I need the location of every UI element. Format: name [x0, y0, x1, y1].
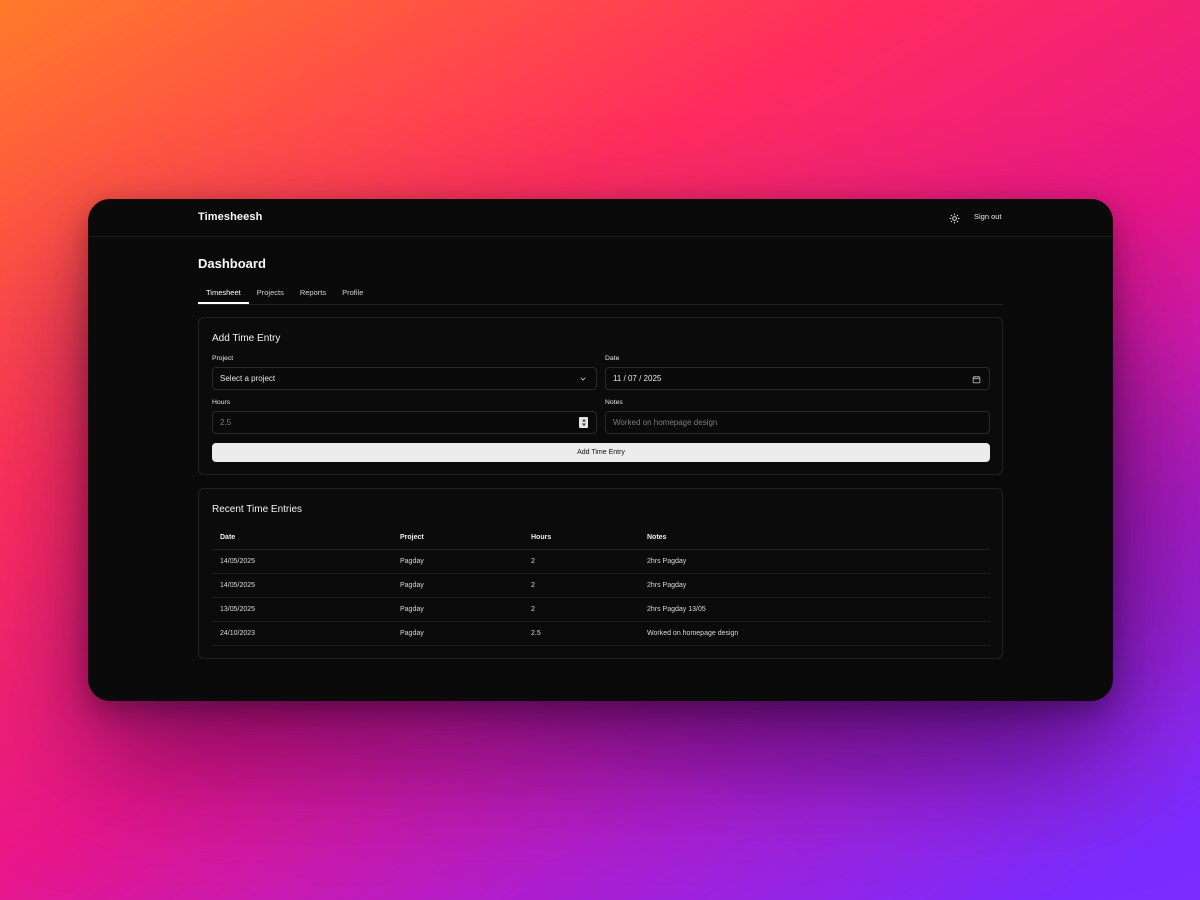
column-header: Hours	[523, 526, 639, 550]
project-select-value: Select a project	[220, 374, 276, 383]
notes-placeholder: Worked on homepage design	[613, 418, 718, 427]
calendar-icon[interactable]	[971, 374, 981, 384]
hours-label: Hours	[212, 399, 231, 406]
project-label: Project	[212, 355, 234, 362]
table-header-row: Date Project Hours Notes	[212, 526, 990, 550]
cell-project: Pagday	[392, 549, 523, 574]
table-row[interactable]: 14/05/2025 Pagday 2 2hrs Pagday	[212, 549, 990, 574]
card-title: Add Time Entry	[212, 333, 281, 344]
hours-input[interactable]: 2.5	[212, 411, 597, 434]
tab-bar: Timesheet Projects Reports Profile	[198, 285, 1003, 305]
date-value: 11 / 07 / 2025	[613, 374, 662, 383]
cell-notes: 2hrs Pagday 13/05	[639, 597, 990, 622]
cell-date: 24/10/2023	[212, 621, 392, 646]
table-row[interactable]: 14/05/2025 Pagday 2 2hrs Pagday	[212, 573, 990, 598]
tab-timesheet[interactable]: Timesheet	[198, 285, 249, 304]
cell-notes: Worked on homepage design	[639, 621, 990, 646]
sign-out-button[interactable]: Sign out	[974, 212, 1002, 221]
stepper-icon[interactable]	[579, 417, 588, 428]
date-input[interactable]: 11 / 07 / 2025	[605, 367, 990, 390]
app-window: Timesheesh Sign out Dashboard Timesheet …	[88, 199, 1113, 701]
cell-notes: 2hrs Pagday	[639, 549, 990, 574]
cell-date: 13/05/2025	[212, 597, 392, 622]
add-time-entry-card: Add Time Entry Project Select a project …	[198, 317, 1003, 475]
entries-table: Date Project Hours Notes 14/05/2025 Pagd…	[212, 526, 990, 646]
table-row[interactable]: 13/05/2025 Pagday 2 2hrs Pagday 13/05	[212, 597, 990, 622]
recent-entries-card: Recent Time Entries Date Project Hours N…	[198, 488, 1003, 659]
theme-toggle-button[interactable]	[946, 210, 962, 226]
cell-hours: 2	[523, 573, 639, 598]
cell-project: Pagday	[392, 573, 523, 598]
tab-projects[interactable]: Projects	[249, 285, 292, 304]
tab-reports[interactable]: Reports	[292, 285, 334, 304]
column-header: Date	[212, 526, 392, 550]
cell-date: 14/05/2025	[212, 573, 392, 598]
card-title: Recent Time Entries	[212, 504, 303, 515]
chevron-down-icon	[578, 374, 588, 384]
cell-project: Pagday	[392, 621, 523, 646]
cell-notes: 2hrs Pagday	[639, 573, 990, 598]
tab-profile[interactable]: Profile	[334, 285, 371, 304]
table-row[interactable]: 24/10/2023 Pagday 2.5 Worked on homepage…	[212, 621, 990, 646]
date-label: Date	[605, 355, 620, 362]
sun-icon	[948, 212, 960, 224]
cell-hours: 2	[523, 597, 639, 622]
top-navbar: Timesheesh Sign out	[88, 199, 1113, 237]
cell-hours: 2.5	[523, 621, 639, 646]
column-header: Notes	[639, 526, 990, 550]
brand-logo[interactable]: Timesheesh	[198, 211, 262, 223]
notes-input[interactable]: Worked on homepage design	[605, 411, 990, 434]
column-header: Project	[392, 526, 523, 550]
cell-date: 14/05/2025	[212, 549, 392, 574]
cell-hours: 2	[523, 549, 639, 574]
hours-placeholder: 2.5	[220, 418, 232, 427]
notes-label: Notes	[605, 399, 623, 406]
cell-project: Pagday	[392, 597, 523, 622]
project-select[interactable]: Select a project	[212, 367, 597, 390]
add-time-entry-button[interactable]: Add Time Entry	[212, 443, 990, 462]
page-title: Dashboard	[198, 256, 266, 271]
